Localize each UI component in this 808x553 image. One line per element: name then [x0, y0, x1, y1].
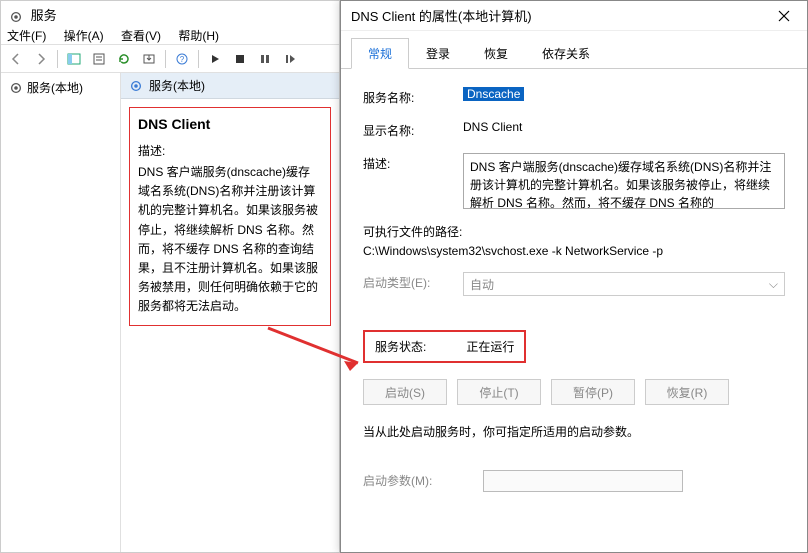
menu-help[interactable]: 帮助(H) — [178, 29, 219, 43]
service-name-label: 服务名称: — [363, 87, 463, 106]
tree-root-item[interactable]: 服务(本地) — [7, 77, 114, 98]
display-name-label: 显示名称: — [363, 120, 463, 139]
properties-icon-button[interactable] — [88, 48, 110, 70]
chevron-down-icon: ⌵ — [769, 277, 778, 292]
help-icon-button[interactable]: ? — [171, 48, 193, 70]
right-pane: 服务(本地) DNS Client 描述: DNS 客户端服务(dnscache… — [121, 73, 339, 552]
service-status-value: 正在运行 — [466, 338, 514, 355]
tab-logon[interactable]: 登录 — [409, 38, 467, 69]
detail-title: DNS Client — [138, 116, 322, 132]
exe-path-label: 可执行文件的路径: — [363, 223, 462, 240]
startup-hint: 当从此处启动服务时，你可指定所适用的启动参数。 — [363, 423, 785, 440]
desc-label: 描述: — [363, 153, 463, 172]
pause-button[interactable]: 暂停(P) — [551, 379, 635, 405]
tab-strip: 常规 登录 恢复 依存关系 — [341, 31, 807, 69]
gear-icon — [9, 81, 23, 95]
svg-text:?: ? — [180, 55, 185, 64]
menu-view[interactable]: 查看(V) — [121, 29, 161, 43]
menu-bar: 文件(F) 操作(A) 查看(V) 帮助(H) — [1, 25, 339, 45]
menu-action[interactable]: 操作(A) — [64, 29, 104, 43]
startup-type-select: 自动 ⌵ — [463, 272, 785, 296]
dialog-body: 服务名称: Dnscache 显示名称: DNS Client 描述: DNS … — [341, 69, 807, 524]
forward-button[interactable] — [30, 48, 52, 70]
start-param-input[interactable] — [483, 470, 683, 492]
close-icon — [778, 10, 790, 22]
window-title: 服务 — [31, 8, 57, 23]
dialog-title: DNS Client 的属性(本地计算机) — [351, 6, 761, 25]
pause-service-button[interactable] — [254, 48, 276, 70]
resume-button[interactable]: 恢复(R) — [645, 379, 729, 405]
detail-desc-text: DNS 客户端服务(dnscache)缓存域名系统(DNS)名称并注册该计算机的… — [138, 163, 322, 317]
close-button[interactable] — [761, 1, 807, 31]
properties-dialog: DNS Client 的属性(本地计算机) 常规 登录 恢复 依存关系 服务名称… — [340, 0, 808, 553]
detail-desc-label: 描述: — [138, 142, 322, 159]
export-button[interactable] — [138, 48, 160, 70]
restart-service-button[interactable] — [279, 48, 301, 70]
toolbar: ? — [1, 45, 339, 73]
gear-icon — [9, 10, 23, 24]
menu-file[interactable]: 文件(F) — [7, 29, 46, 43]
tree-pane: 服务(本地) — [1, 73, 121, 552]
window-title-bar: 服务 — [1, 1, 339, 25]
status-highlight: 服务状态: 正在运行 — [363, 330, 526, 363]
tab-recovery[interactable]: 恢复 — [467, 38, 525, 69]
stop-service-button[interactable] — [229, 48, 251, 70]
exe-path-value: C:\Windows\system32\svchost.exe -k Netwo… — [363, 244, 663, 258]
refresh-button[interactable] — [113, 48, 135, 70]
start-service-button[interactable] — [204, 48, 226, 70]
right-pane-header: 服务(本地) — [121, 73, 339, 99]
control-button-row: 启动(S) 停止(T) 暂停(P) 恢复(R) — [363, 379, 785, 405]
gear-icon — [129, 79, 143, 93]
start-param-label: 启动参数(M): — [363, 470, 483, 489]
startup-type-label: 启动类型(E): — [363, 272, 463, 291]
service-status-label: 服务状态: — [375, 338, 426, 355]
body-split: 服务(本地) 服务(本地) DNS Client 描述: DNS 客户端服务(d… — [1, 73, 339, 552]
tab-general[interactable]: 常规 — [351, 38, 409, 69]
dialog-title-bar: DNS Client 的属性(本地计算机) — [341, 1, 807, 31]
tab-dependencies[interactable]: 依存关系 — [525, 38, 607, 69]
startup-type-value: 自动 — [470, 276, 494, 293]
service-name-value[interactable]: Dnscache — [463, 87, 524, 101]
start-button[interactable]: 启动(S) — [363, 379, 447, 405]
back-button[interactable] — [5, 48, 27, 70]
show-hide-button[interactable] — [63, 48, 85, 70]
detail-box: DNS Client 描述: DNS 客户端服务(dnscache)缓存域名系统… — [129, 107, 331, 326]
stop-button[interactable]: 停止(T) — [457, 379, 541, 405]
tree-root-label: 服务(本地) — [27, 79, 83, 96]
display-name-value: DNS Client — [463, 120, 785, 134]
services-window: 服务 文件(F) 操作(A) 查看(V) 帮助(H) ? 服务(本地) — [0, 0, 340, 553]
desc-textbox[interactable]: DNS 客户端服务(dnscache)缓存域名系统(DNS)名称并注册该计算机的… — [463, 153, 785, 209]
right-header-label: 服务(本地) — [149, 77, 205, 94]
